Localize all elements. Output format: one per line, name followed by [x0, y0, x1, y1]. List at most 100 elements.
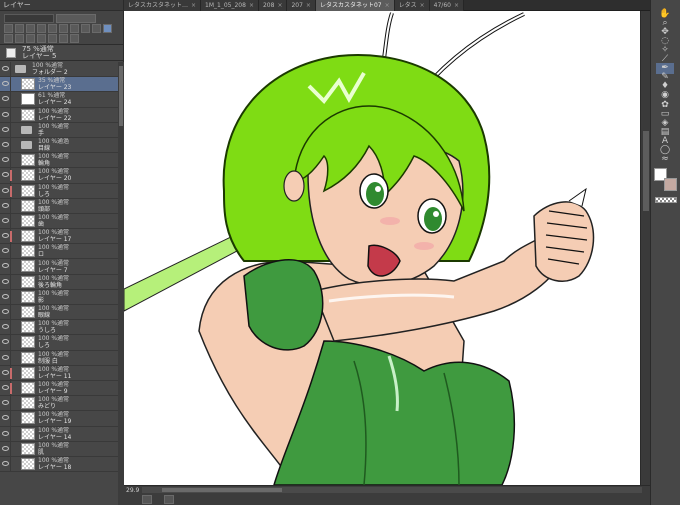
layer-visibility-toggle[interactable] — [0, 107, 11, 122]
close-icon[interactable]: × — [277, 0, 282, 11]
layer-visibility-toggle[interactable] — [0, 213, 11, 229]
canvas[interactable] — [124, 11, 650, 485]
layer-visibility-toggle[interactable] — [0, 380, 12, 396]
layer-visibility-toggle[interactable] — [0, 244, 11, 259]
layer-visibility-toggle[interactable] — [0, 259, 11, 274]
layer-visibility-toggle[interactable] — [0, 426, 11, 441]
layer-row[interactable]: 100 %通常影 — [0, 289, 118, 305]
ruler-button[interactable] — [59, 24, 68, 33]
layer-visibility-toggle[interactable] — [0, 289, 11, 304]
opacity-slider[interactable] — [56, 14, 96, 23]
layer-visibility-toggle[interactable] — [0, 198, 11, 213]
layer-row[interactable]: 100 %通常 しろ — [0, 183, 118, 199]
layer-mode: 100 %通常 — [38, 213, 70, 221]
document-tab[interactable]: 1M_1_05_208 × — [201, 0, 259, 11]
layer-visibility-toggle[interactable] — [0, 335, 11, 350]
layer-row[interactable]: 100 %通常 レイヤー 20 — [0, 168, 118, 184]
layer-row[interactable]: 100 %通常 レイヤー 22 — [0, 107, 118, 123]
layer-visibility-toggle[interactable] — [0, 229, 12, 244]
layer-row[interactable]: 100 %通常 頭部 — [0, 198, 118, 214]
layer-visibility-toggle[interactable] — [0, 411, 11, 426]
layer-visibility-toggle[interactable] — [0, 365, 12, 380]
layer-row[interactable]: 100 %通常 レイヤー 17 — [0, 229, 118, 245]
navigator-icon[interactable] — [142, 495, 152, 504]
layer-visibility-toggle[interactable] — [0, 168, 12, 183]
layer-row[interactable]: 100 %通常歯 — [0, 213, 118, 230]
layer-visibility-toggle[interactable] — [0, 92, 11, 107]
palette-color-button[interactable] — [92, 24, 101, 33]
layer-visibility-toggle[interactable] — [0, 320, 11, 335]
layer-visibility-toggle[interactable] — [0, 396, 11, 411]
close-icon[interactable]: × — [306, 0, 311, 11]
delete-layer-button[interactable] — [70, 34, 79, 43]
layer-visibility-toggle[interactable] — [0, 77, 11, 92]
close-icon[interactable]: × — [454, 0, 459, 11]
layer-visibility-toggle[interactable] — [0, 305, 11, 320]
rotate-icon[interactable] — [164, 495, 174, 504]
document-tab[interactable]: 208 × — [258, 0, 288, 11]
combine-down-button[interactable] — [48, 34, 57, 43]
transparent-color-swatch[interactable] — [655, 197, 677, 203]
layer-visibility-toggle[interactable] — [0, 350, 11, 365]
clip-layer-button[interactable] — [4, 24, 13, 33]
layer-row[interactable]: 100 %通常 しろ — [0, 335, 118, 351]
layer-row[interactable]: 100 %通常ロ — [0, 244, 118, 260]
document-tab[interactable]: 47/60 × — [429, 0, 464, 11]
layer-row[interactable]: 100 %通常 うしろ — [0, 320, 118, 336]
ruler-visible-button[interactable] — [70, 24, 79, 33]
layer-row[interactable]: 100 %通常 レイヤー 7 — [0, 259, 118, 275]
layer-row[interactable]: 100 %通常肌 — [0, 441, 118, 457]
close-icon[interactable]: × — [420, 0, 425, 11]
document-tab[interactable]: レタス × — [394, 0, 430, 11]
layer-row[interactable]: 100 %通常 後ろ輪角 — [0, 274, 118, 290]
sub-color-swatch[interactable] — [664, 178, 677, 191]
layer-row[interactable]: 100 %通常 制服 白 — [0, 350, 118, 366]
lock-transparent-button[interactable] — [26, 24, 35, 33]
canvas-horizontal-scroll-thumb[interactable] — [162, 488, 282, 492]
canvas-horizontal-scrollbar[interactable] — [142, 487, 642, 493]
canvas-vertical-scroll-thumb[interactable] — [643, 131, 649, 211]
new-raster-layer-button[interactable] — [4, 34, 13, 43]
lock-layer-button[interactable] — [37, 24, 46, 33]
draft-layer-button[interactable] — [81, 24, 90, 33]
new-vector-layer-button[interactable] — [15, 34, 24, 43]
layer-row[interactable]: 100 %通常 レイヤー 18 — [0, 456, 118, 473]
close-icon[interactable]: × — [385, 0, 390, 11]
blend-mode-select[interactable] — [4, 14, 54, 23]
layer-visibility-toggle[interactable] — [0, 137, 11, 153]
layer-row[interactable]: 100 %通常 フォルダー 2 — [0, 62, 118, 78]
layer-row[interactable]: 100 %通常 レイヤー 9 — [0, 380, 118, 397]
document-tab[interactable]: 207 × — [287, 0, 316, 11]
layer-row[interactable]: 100 %通過 目線 — [0, 137, 118, 154]
layer-visibility-toggle[interactable] — [0, 456, 11, 472]
layer-list: 100 %通常 フォルダー 2 35 %通常 レイヤー 23 61 %通常 レイヤー 24… — [0, 62, 118, 505]
new-folder-button[interactable] — [26, 34, 35, 43]
transfer-down-button[interactable] — [37, 34, 46, 43]
layer-visibility-toggle[interactable] — [0, 183, 12, 198]
layer-visibility-toggle[interactable] — [0, 441, 11, 456]
layer-visibility-toggle[interactable] — [0, 62, 11, 77]
layer-row[interactable]: 61 %通常 レイヤー 24 — [0, 92, 118, 108]
document-tab[interactable]: レタスカスタネット07 × — [315, 0, 395, 11]
layer-row[interactable]: 100 %通常 レイヤー 11 — [0, 365, 118, 381]
layer-row[interactable]: 35 %通常 レイヤー 23 — [0, 77, 118, 93]
document-tab[interactable]: レタスカスタネット… × — [124, 0, 202, 11]
layer-visibility-toggle[interactable] — [0, 153, 11, 168]
layer-row[interactable]: 100 %通常 眼線 — [0, 305, 118, 321]
close-icon[interactable]: × — [191, 0, 196, 11]
layer-visibility-toggle[interactable] — [0, 274, 11, 289]
mask-button[interactable] — [48, 24, 57, 33]
canvas-vertical-scrollbar[interactable] — [640, 11, 650, 485]
layer-visibility-toggle[interactable] — [0, 122, 11, 137]
layer-row[interactable]: 100 %通常 輪角 — [0, 153, 118, 169]
close-icon[interactable]: × — [249, 0, 254, 11]
layer-row[interactable]: 100 %通常 みどり — [0, 396, 118, 412]
layer-row[interactable]: 100 %通常 レイヤー 19 — [0, 411, 118, 427]
layer-row[interactable]: 100 %通常手 — [0, 122, 118, 138]
layer-row[interactable]: 100 %通常 レイヤー 14 — [0, 426, 118, 442]
reference-layer-button[interactable] — [15, 24, 24, 33]
layer-list-scroll-thumb[interactable] — [119, 66, 123, 126]
layer-color-button[interactable] — [103, 24, 112, 33]
mask-create-button[interactable] — [59, 34, 68, 43]
blend-icon[interactable]: ≈ — [656, 154, 674, 165]
